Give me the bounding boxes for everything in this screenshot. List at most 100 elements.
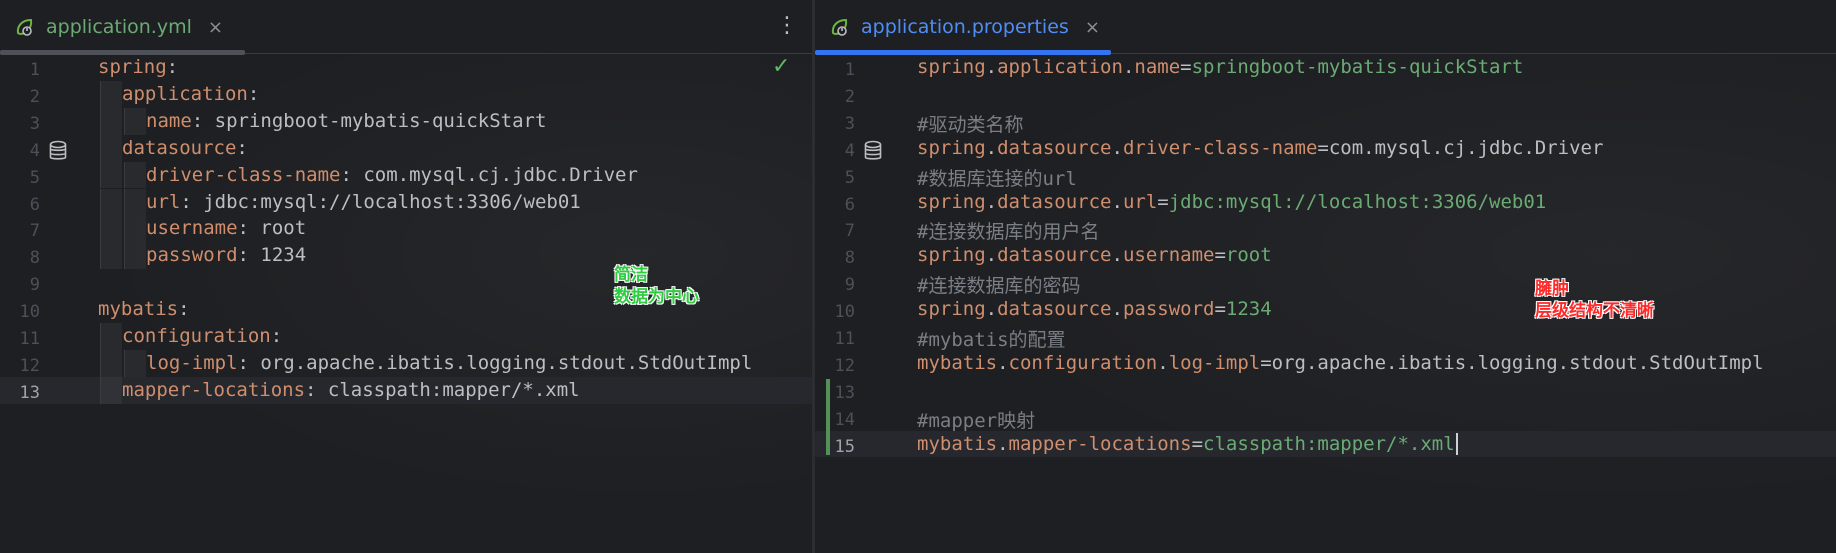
line-number: 11 [834,329,855,349]
equals-sign: = [1180,56,1192,78]
properties-code: mybatis.mapper-locations=classpath:mappe… [917,433,1458,456]
left-tab-bar: application.yml × ⋮ [0,0,812,55]
yaml-sep: : [191,109,204,132]
property-value: springboot-mybatis-quickStart [1191,56,1524,78]
yaml-key: configuration [122,325,271,347]
yaml-code-area[interactable]: 1 spring: ✓ 2 application: 3 name: springboot-… [0,54,812,553]
code-line: 7 #连接数据库的用户名 [815,215,1836,244]
yaml-editor-pane[interactable]: application.yml × ⋮ 1 spring: ✓ 2 applicatio… [0,0,812,553]
line-number: 13 [834,382,855,403]
key-dot: . [1111,136,1123,159]
close-icon[interactable]: × [1085,17,1100,38]
line-number: 12 [19,355,40,376]
equals-sign: = [1317,136,1329,159]
key-segment: spring [917,298,986,321]
code-line: 3 #驱动类名称 [815,108,1836,136]
line-number: 5 [29,167,40,188]
line-number: 3 [29,113,40,134]
tab-application-properties[interactable]: application.properties × [815,0,1111,55]
yaml-key: application [122,82,248,105]
key-dot: . [1157,351,1169,374]
yaml-code: mapper-locations: classpath:mapper/*.xml [122,379,580,401]
close-icon[interactable]: × [208,17,223,38]
yaml-key: mapper-locations [122,378,306,401]
indent-guide [124,188,146,216]
indent-guide [100,188,122,216]
key-segment: mybatis [917,432,998,455]
yaml-value: 1234 [248,244,307,267]
key-segment: spring [917,56,986,78]
code-line: 11 #mybatis的配置 [815,323,1836,352]
key-dot: . [1111,298,1123,321]
code-line: 14 #mapper映射 [815,404,1836,433]
yaml-key: password [146,244,238,267]
property-value: org.apache.ibatis.logging.stdout.StdOutI… [1271,351,1764,374]
tab-application-yml[interactable]: application.yml × [0,0,245,55]
yaml-sep: : [305,378,317,401]
key-segment: username [1122,244,1215,267]
database-icon[interactable] [48,140,68,162]
key-segment: name [1134,56,1181,78]
line-number: 3 [844,113,855,134]
key-dot: . [985,56,998,78]
key-dot: . [985,136,998,159]
yaml-value: jdbc:mysql://localhost:3306/web01 [191,190,581,213]
code-line: 15 mybatis.mapper-locations=classpath:map… [815,430,1836,458]
properties-code: #mapper映射 [917,406,1035,433]
yaml-code: log-impl: org.apache.ibatis.logging.stdo… [146,352,752,374]
properties-code-area[interactable]: 1 spring.application.name=springboot-myba… [815,54,1836,553]
vcs-change-marker[interactable] [826,378,830,456]
indent-guide [100,134,122,162]
key-segment: application [997,56,1123,78]
code-line: 3 name: springboot-mybatis-quickStart [0,107,812,135]
property-value: classpath:mapper/*.xml [1203,432,1455,455]
properties-code: #mybatis的配置 [917,325,1066,352]
line-number: 5 [844,167,855,188]
yaml-code: mybatis: [98,298,190,320]
comment-text: #连接数据库的用户名 [917,221,1100,244]
equals-sign: = [1214,298,1226,321]
yaml-code: username: root [146,217,306,239]
key-segment: mybatis [917,351,998,374]
key-dot: . [985,244,998,267]
yaml-code: password: 1234 [146,244,306,266]
more-vertical-icon[interactable]: ⋮ [776,12,798,42]
key-dot: . [985,298,998,321]
tab-label: application.properties [861,16,1069,38]
properties-code: spring.datasource.driver-class-name=com.… [917,137,1603,159]
key-segment: datasource [997,190,1112,213]
equals-sign: = [1260,351,1272,374]
line-number: 8 [29,248,40,269]
yaml-value: classpath:mapper/*.xml [316,378,580,401]
indent-guide [124,161,146,189]
key-dot: . [997,432,1009,455]
properties-code: #连接数据库的密码 [917,271,1080,298]
properties-code: spring.application.name=springboot-mybat… [917,56,1523,78]
property-value: jdbc:mysql://localhost:3306/web01 [1168,190,1547,213]
equals-sign: = [1157,190,1169,213]
yaml-sep: : [247,82,260,105]
code-line: 13 mapper-locations: classpath:mapper/*.x… [0,376,812,404]
code-line: 6 url: jdbc:mysql://localhost:3306/web01 [0,188,812,216]
equals-sign: = [1214,244,1226,267]
indent-guide [100,242,122,270]
annotation-concise: 简洁 数据为中心 [614,265,699,307]
code-line: 1 spring.application.name=springboot-myba… [815,54,1836,81]
line-number: 7 [29,221,40,242]
indent-guide [100,376,122,404]
database-icon[interactable] [863,140,883,162]
line-number: 2 [844,86,855,107]
yaml-code: configuration: [122,325,282,347]
line-number: 4 [29,140,40,161]
yaml-key: driver-class-name [146,163,341,186]
properties-code: #数据库连接的url [917,164,1077,191]
line-number: 10 [834,302,855,323]
code-line: 11 configuration: [0,323,812,350]
line-number: 6 [29,194,40,215]
line-number: 1 [29,60,40,80]
properties-editor-pane[interactable]: application.properties × 1 spring.applica… [815,0,1836,553]
code-line: 4 spring.datasource.driver-class-name=com… [815,135,1836,162]
code-line: 5 driver-class-name: com.mysql.cj.jdbc.Dr… [0,161,812,189]
comment-text: #mybatis的配置 [917,329,1066,351]
code-line: 1 spring: ✓ [0,54,812,81]
